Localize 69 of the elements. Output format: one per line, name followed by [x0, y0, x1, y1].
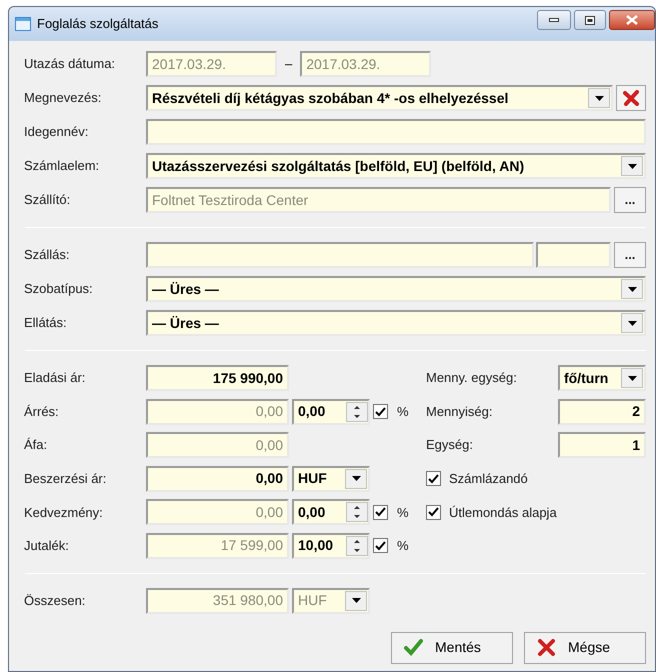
caret-icon — [628, 164, 636, 168]
field-label: Beszerzési ár: — [24, 470, 108, 488]
checkbox-label: Számlázandó — [449, 470, 528, 488]
checkbox-label: Útlemondás alapja — [449, 504, 557, 522]
cancel-button[interactable]: Mégse — [524, 632, 646, 664]
caret-icon — [352, 598, 360, 604]
field-label: Mennyiség: — [426, 402, 494, 421]
field-label: Ellátás: — [24, 314, 68, 332]
minimize-icon — [549, 18, 559, 22]
field-label: Idegennév: — [24, 123, 90, 142]
field-label: Szállás: — [24, 246, 71, 264]
field-label: Árrés: — [24, 402, 60, 421]
browse-button[interactable]: ... — [614, 242, 646, 268]
caret-icon — [628, 286, 636, 292]
checkbox[interactable] — [426, 471, 441, 486]
spin-arrows-icon — [346, 402, 368, 422]
delete-icon — [623, 90, 639, 106]
window-title: Foglalás szolgáltatás — [37, 15, 158, 34]
amount-field: 0,00 — [146, 398, 289, 425]
unit-dropdown[interactable]: fő/turn — [558, 365, 646, 391]
amount-field: 351 980,00 — [146, 588, 289, 614]
field-label: Utazás dátuma: — [24, 55, 116, 74]
date-separator: – — [285, 55, 292, 74]
dropdown[interactable]: — Üres — — [146, 276, 646, 302]
caret-icon — [628, 376, 636, 380]
field-label: Kedvezmény: — [24, 504, 104, 522]
amount-field: 17 599,00 — [146, 532, 289, 559]
date-field: 2017.03.29. — [146, 51, 277, 77]
field-label: Szállító: — [24, 191, 72, 210]
dropdown[interactable]: Részvételi díj kétágyas szobában 4* -os elhelyezéssel — [146, 85, 613, 111]
amount-field: 0,00 — [146, 466, 289, 492]
maximize-icon — [585, 16, 595, 24]
save-button[interactable]: Mentés — [391, 632, 513, 664]
close-button[interactable] — [609, 10, 655, 30]
amount-field: 0,00 — [146, 432, 289, 458]
caret-icon — [628, 320, 636, 326]
text-field: Foltnet Tesztiroda Center — [146, 187, 611, 213]
cross-icon — [537, 638, 556, 658]
maximize-button[interactable] — [574, 10, 606, 30]
field-label: Menny. egység: — [426, 369, 518, 388]
amount-field: 0,00 — [146, 499, 289, 526]
check-icon — [404, 638, 423, 658]
field-label: Jutalék: — [24, 537, 70, 556]
minimize-button[interactable] — [537, 10, 571, 30]
field-label: Eladási ár: — [24, 369, 86, 388]
amount-field: 175 990,00 — [146, 365, 289, 391]
field-label: Áfa: — [24, 436, 48, 454]
date-field: 2017.03.29. — [300, 51, 432, 77]
field-label: Megnevezés: — [24, 89, 102, 108]
field-label: Számlaelem: — [24, 157, 100, 176]
window-icon — [15, 17, 31, 31]
number-field: 2 — [558, 398, 646, 425]
clear-button[interactable] — [616, 85, 646, 111]
dropdown[interactable]: — Üres — — [146, 310, 646, 336]
percent-label: % — [397, 537, 409, 556]
currency-dropdown[interactable]: HUF — [292, 466, 370, 492]
close-icon — [626, 15, 638, 25]
percent-label: % — [397, 504, 409, 522]
dropdown[interactable]: Utazásszervezési szolgáltatás [belföld, EU] (belföld, AN) — [146, 153, 646, 179]
number-field: 1 — [558, 432, 646, 458]
checkbox[interactable] — [426, 504, 441, 520]
field-label: Egység: — [426, 436, 474, 454]
field-label: Összesen: — [24, 592, 86, 610]
spin-arrows-icon — [346, 502, 368, 522]
caret-icon — [352, 476, 360, 482]
spin-arrows-icon — [346, 536, 368, 556]
caret-icon — [594, 96, 604, 100]
percent-label: % — [397, 402, 409, 421]
field-label: Szobatípus: — [24, 280, 94, 298]
